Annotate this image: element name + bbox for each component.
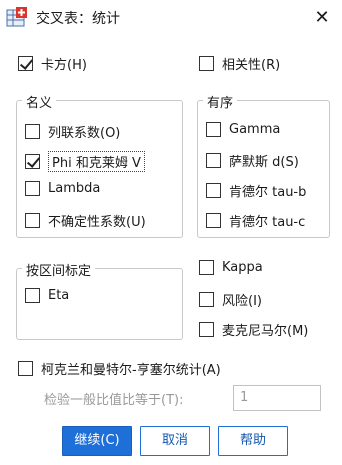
mcnemar-label: 麦克尼马尔(M) bbox=[222, 324, 309, 339]
cmh-label: 柯克兰和曼特尔-亨塞尔统计(A) bbox=[41, 363, 221, 378]
phi-cramer-label: Phi 和克莱姆 V bbox=[48, 151, 145, 172]
cmh-checkbox-row[interactable]: 柯克兰和曼特尔-亨塞尔统计(A) bbox=[18, 359, 221, 378]
correlations-checkbox[interactable] bbox=[199, 56, 214, 71]
kendall-tau-b-checkbox[interactable] bbox=[206, 183, 221, 198]
risk-label: 风险(I) bbox=[222, 294, 262, 309]
nominal-legend: 名义 bbox=[22, 92, 57, 111]
kendall-tau-c-checkbox-row[interactable]: 肯德尔 tau-c bbox=[206, 211, 305, 230]
kappa-checkbox-row[interactable]: Kappa bbox=[199, 260, 263, 275]
risk-checkbox-row[interactable]: 风险(I) bbox=[199, 290, 262, 309]
odds-ratio-label: 检验一般比值比等于(T): bbox=[44, 393, 184, 408]
phi-cramer-checkbox-row[interactable]: Phi 和克莱姆 V bbox=[25, 151, 145, 172]
kendall-tau-c-label: 肯德尔 tau-c bbox=[229, 215, 306, 230]
uncertainty-checkbox[interactable] bbox=[25, 213, 40, 228]
kendall-tau-c-checkbox[interactable] bbox=[206, 213, 221, 228]
contingency-checkbox-row[interactable]: 列联系数(O) bbox=[25, 122, 120, 141]
continue-button[interactable]: 继续(C) bbox=[62, 426, 132, 456]
help-button[interactable]: 帮助 bbox=[218, 426, 288, 456]
ordinal-legend: 有序 bbox=[203, 92, 238, 111]
title-bar: 交叉表：统计 ✕ bbox=[0, 0, 342, 36]
lambda-checkbox[interactable] bbox=[25, 181, 40, 196]
correlations-label: 相关性(R) bbox=[222, 58, 281, 73]
eta-checkbox-row[interactable]: Eta bbox=[25, 288, 69, 303]
uncertainty-label: 不确定性系数(U) bbox=[48, 215, 146, 230]
somers-d-checkbox[interactable] bbox=[206, 153, 221, 168]
gamma-checkbox-row[interactable]: Gamma bbox=[206, 122, 280, 137]
mcnemar-checkbox-row[interactable]: 麦克尼马尔(M) bbox=[199, 320, 308, 339]
cancel-button[interactable]: 取消 bbox=[140, 426, 210, 456]
window-title: 交叉表：统计 bbox=[36, 11, 120, 27]
chisq-label: 卡方(H) bbox=[41, 58, 87, 73]
spss-app-icon bbox=[6, 6, 28, 28]
contingency-label: 列联系数(O) bbox=[48, 126, 121, 141]
chisq-checkbox-row[interactable]: 卡方(H) bbox=[18, 54, 87, 73]
odds-ratio-input[interactable]: 1 bbox=[233, 385, 321, 411]
somers-d-checkbox-row[interactable]: 萨默斯 d(S) bbox=[206, 151, 299, 170]
lambda-checkbox-row[interactable]: Lambda bbox=[25, 181, 100, 196]
correlations-checkbox-row[interactable]: 相关性(R) bbox=[199, 54, 280, 73]
gamma-label: Gamma bbox=[229, 122, 281, 137]
gamma-checkbox[interactable] bbox=[206, 122, 221, 137]
kendall-tau-b-label: 肯德尔 tau-b bbox=[229, 185, 307, 200]
lambda-label: Lambda bbox=[48, 181, 101, 196]
mcnemar-checkbox[interactable] bbox=[199, 322, 214, 337]
eta-label: Eta bbox=[48, 288, 70, 303]
close-icon[interactable]: ✕ bbox=[308, 4, 336, 32]
kendall-tau-b-checkbox-row[interactable]: 肯德尔 tau-b bbox=[206, 181, 306, 200]
uncertainty-checkbox-row[interactable]: 不确定性系数(U) bbox=[25, 211, 146, 230]
eta-checkbox[interactable] bbox=[25, 288, 40, 303]
somers-d-label: 萨默斯 d(S) bbox=[229, 155, 299, 170]
chisq-checkbox[interactable] bbox=[18, 56, 33, 71]
contingency-checkbox[interactable] bbox=[25, 124, 40, 139]
phi-cramer-checkbox[interactable] bbox=[25, 154, 40, 169]
kappa-label: Kappa bbox=[222, 260, 263, 275]
kappa-checkbox[interactable] bbox=[199, 260, 214, 275]
cmh-checkbox[interactable] bbox=[18, 361, 33, 376]
interval-legend: 按区间标定 bbox=[22, 260, 96, 279]
risk-checkbox[interactable] bbox=[199, 292, 214, 307]
